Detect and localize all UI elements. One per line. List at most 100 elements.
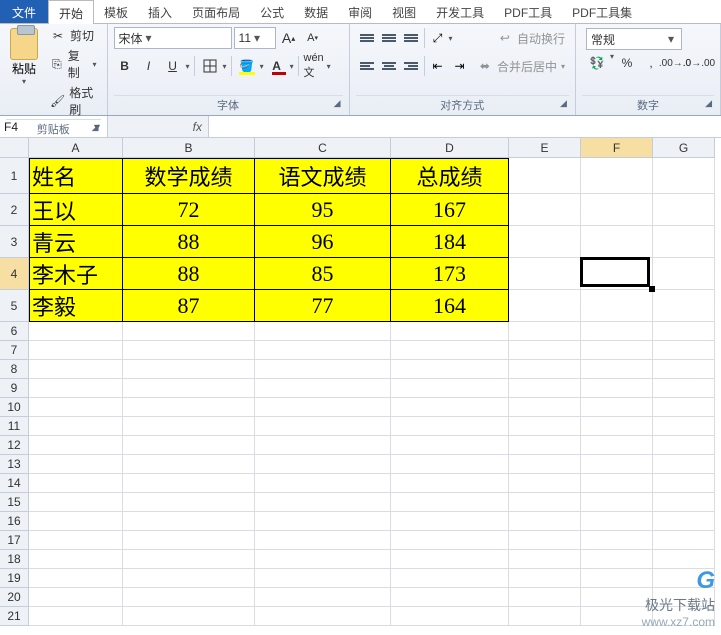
cell-F6[interactable] xyxy=(581,322,653,341)
increase-font-icon[interactable]: A▴ xyxy=(278,27,300,49)
font-name-combo[interactable]: 宋体 ▾ xyxy=(114,27,232,49)
font-size-combo[interactable]: 11 ▾ xyxy=(234,27,276,49)
tab-home[interactable]: 开始 xyxy=(48,0,94,24)
cell-G3[interactable] xyxy=(653,226,715,258)
cell-D2[interactable]: 167 xyxy=(391,194,509,226)
cell-E10[interactable] xyxy=(509,398,581,417)
cell-A16[interactable] xyxy=(29,512,123,531)
row-header-18[interactable]: 18 xyxy=(0,550,29,569)
cell-G5[interactable] xyxy=(653,290,715,322)
cell-B15[interactable] xyxy=(123,493,255,512)
cell-G15[interactable] xyxy=(653,493,715,512)
cell-B3[interactable]: 88 xyxy=(123,226,255,258)
cell-A14[interactable] xyxy=(29,474,123,493)
cell-D16[interactable] xyxy=(391,512,509,531)
cell-D18[interactable] xyxy=(391,550,509,569)
decrease-indent-icon[interactable]: ⇤ xyxy=(427,55,449,77)
cell-B7[interactable] xyxy=(123,341,255,360)
cell-C15[interactable] xyxy=(255,493,391,512)
row-header-13[interactable]: 13 xyxy=(0,455,29,474)
cell-D14[interactable] xyxy=(391,474,509,493)
col-header-D[interactable]: D xyxy=(391,138,509,158)
format-painter-button[interactable]: 🖌 格式刷 xyxy=(46,83,101,119)
chevron-down-icon[interactable]: ▾ xyxy=(449,34,453,43)
cell-E17[interactable] xyxy=(509,531,581,550)
cell-E14[interactable] xyxy=(509,474,581,493)
cell-A19[interactable] xyxy=(29,569,123,588)
cell-G1[interactable] xyxy=(653,158,715,194)
row-header-2[interactable]: 2 xyxy=(0,194,29,226)
cell-A20[interactable] xyxy=(29,588,123,607)
cell-F12[interactable] xyxy=(581,436,653,455)
cell-F11[interactable] xyxy=(581,417,653,436)
border-button[interactable] xyxy=(199,55,221,77)
align-bottom-icon[interactable] xyxy=(400,27,422,49)
cell-G8[interactable] xyxy=(653,360,715,379)
col-header-F[interactable]: F xyxy=(581,138,653,158)
align-top-icon[interactable] xyxy=(356,27,378,49)
tab-template[interactable]: 模板 xyxy=(94,0,138,23)
cell-E20[interactable] xyxy=(509,588,581,607)
cell-B11[interactable] xyxy=(123,417,255,436)
tab-insert[interactable]: 插入 xyxy=(138,0,182,23)
chevron-down-icon[interactable]: ▾ xyxy=(186,62,190,71)
cell-B4[interactable]: 88 xyxy=(123,258,255,290)
cell-A17[interactable] xyxy=(29,531,123,550)
cell-D9[interactable] xyxy=(391,379,509,398)
cell-D5[interactable]: 164 xyxy=(391,290,509,322)
cell-A6[interactable] xyxy=(29,322,123,341)
row-header-17[interactable]: 17 xyxy=(0,531,29,550)
chevron-down-icon[interactable]: ▾ xyxy=(610,52,614,74)
decrease-font-icon[interactable]: A▾ xyxy=(302,27,324,49)
row-header-11[interactable]: 11 xyxy=(0,417,29,436)
cell-C3[interactable]: 96 xyxy=(255,226,391,258)
cell-F5[interactable] xyxy=(581,290,653,322)
col-header-B[interactable]: B xyxy=(123,138,255,158)
cell-E4[interactable] xyxy=(509,258,581,290)
increase-indent-icon[interactable]: ⇥ xyxy=(449,55,471,77)
fill-handle[interactable] xyxy=(649,286,655,292)
cell-D11[interactable] xyxy=(391,417,509,436)
dialog-launcher-icon[interactable]: ◢ xyxy=(705,98,712,109)
cell-C18[interactable] xyxy=(255,550,391,569)
align-right-icon[interactable] xyxy=(400,55,422,77)
cell-D21[interactable] xyxy=(391,607,509,626)
row-header-3[interactable]: 3 xyxy=(0,226,29,258)
cell-F7[interactable] xyxy=(581,341,653,360)
row-header-4[interactable]: 4 xyxy=(0,258,29,290)
cell-A2[interactable]: 王以 xyxy=(29,194,123,226)
col-header-G[interactable]: G xyxy=(653,138,715,158)
cell-E7[interactable] xyxy=(509,341,581,360)
cell-C8[interactable] xyxy=(255,360,391,379)
cell-B14[interactable] xyxy=(123,474,255,493)
chevron-down-icon[interactable]: ▾ xyxy=(223,62,227,71)
phonetic-button[interactable]: wén文 xyxy=(303,55,325,77)
cell-C1[interactable]: 语文成绩 xyxy=(255,158,391,194)
cell-C13[interactable] xyxy=(255,455,391,474)
paste-button[interactable]: 粘贴 ▾ xyxy=(6,26,42,119)
number-format-combo[interactable]: 常规 ▾ xyxy=(586,28,682,50)
cell-F15[interactable] xyxy=(581,493,653,512)
italic-button[interactable]: I xyxy=(138,55,160,77)
cell-B9[interactable] xyxy=(123,379,255,398)
cell-D6[interactable] xyxy=(391,322,509,341)
dialog-launcher-icon[interactable]: ◢ xyxy=(92,122,99,133)
cell-A4[interactable]: 李木子 xyxy=(29,258,123,290)
cell-F14[interactable] xyxy=(581,474,653,493)
cell-B16[interactable] xyxy=(123,512,255,531)
chevron-down-icon[interactable]: ▾ xyxy=(143,31,155,45)
cell-A8[interactable] xyxy=(29,360,123,379)
cell-E5[interactable] xyxy=(509,290,581,322)
cell-B2[interactable]: 72 xyxy=(123,194,255,226)
row-header-14[interactable]: 14 xyxy=(0,474,29,493)
cell-E9[interactable] xyxy=(509,379,581,398)
cell-A7[interactable] xyxy=(29,341,123,360)
cell-A5[interactable]: 李毅 xyxy=(29,290,123,322)
cell-C9[interactable] xyxy=(255,379,391,398)
cell-C11[interactable] xyxy=(255,417,391,436)
cell-B21[interactable] xyxy=(123,607,255,626)
cell-C10[interactable] xyxy=(255,398,391,417)
cell-F16[interactable] xyxy=(581,512,653,531)
cell-D15[interactable] xyxy=(391,493,509,512)
cell-G7[interactable] xyxy=(653,341,715,360)
